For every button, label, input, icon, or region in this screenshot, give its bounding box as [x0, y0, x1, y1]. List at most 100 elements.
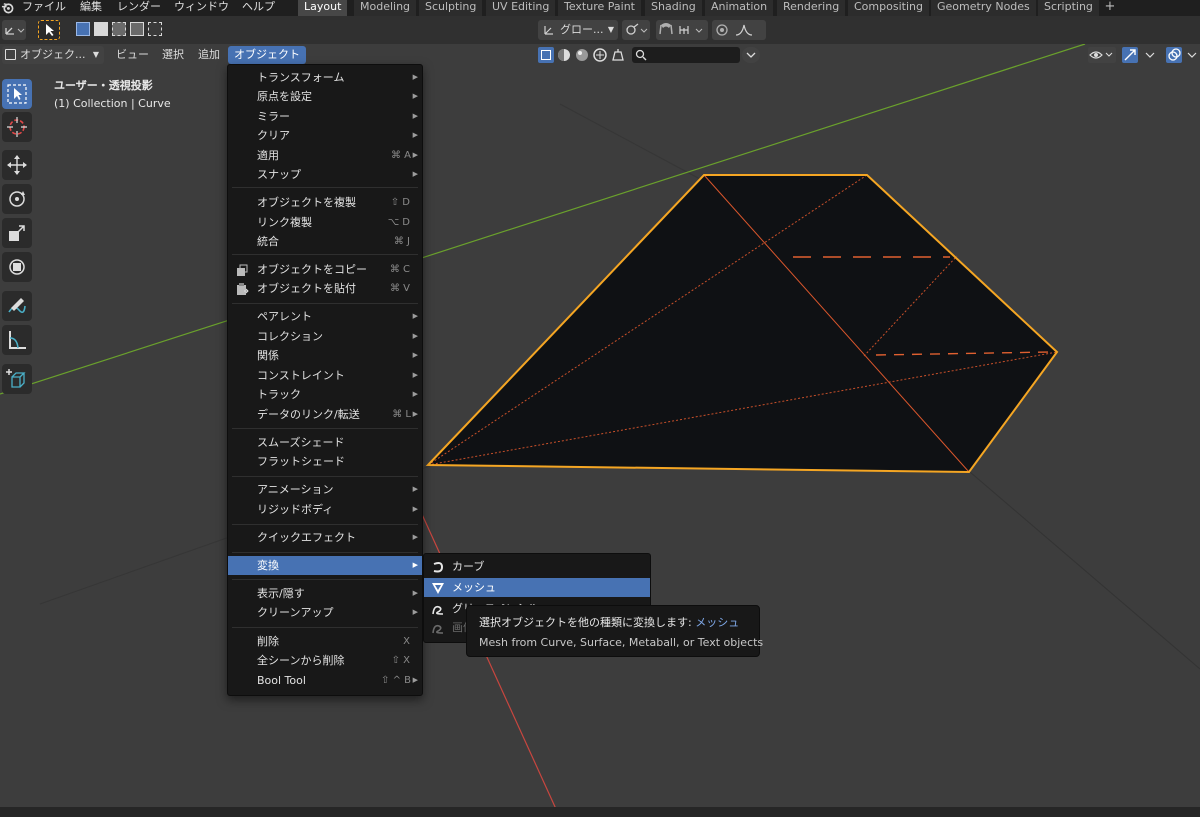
- menu-window[interactable]: ウィンドウ: [174, 0, 229, 16]
- tab-shading[interactable]: Shading: [645, 0, 703, 16]
- tab-sculpting[interactable]: Sculpting: [419, 0, 484, 16]
- select-mode-invert-icon[interactable]: [130, 22, 144, 36]
- menu-item-clean-up[interactable]: クリーンアップ ▶: [228, 603, 422, 622]
- select-tool-button[interactable]: [2, 79, 32, 109]
- material-shading-icon[interactable]: [574, 47, 590, 63]
- menu-edit[interactable]: 編集: [80, 0, 102, 16]
- menu-item-shade-smooth[interactable]: スムーズシェード: [228, 433, 422, 452]
- object-mode-dropdown[interactable]: オブジェク... ▼: [2, 46, 104, 64]
- tab-rendering[interactable]: Rendering: [777, 0, 847, 16]
- select-mode-extend-icon[interactable]: [94, 22, 108, 36]
- rotate-icon: [9, 191, 25, 207]
- submenu-item-curve[interactable]: カーブ: [424, 557, 650, 576]
- transform-tool-button[interactable]: [2, 252, 32, 282]
- measure-icon: [9, 331, 26, 349]
- move-tool-button[interactable]: [2, 150, 32, 180]
- scale-tool-button[interactable]: [2, 218, 32, 248]
- annotate-tool-button[interactable]: [2, 291, 32, 321]
- menu-item-apply[interactable]: 適用 ⌘ A ▶: [228, 146, 422, 165]
- menu-add[interactable]: 追加: [192, 46, 226, 64]
- menu-item-show-hide[interactable]: 表示/隠す ▶: [228, 584, 422, 603]
- tab-layout[interactable]: Layout: [298, 0, 349, 16]
- blender-logo-icon[interactable]: [1, 1, 14, 14]
- menu-item-mirror[interactable]: ミラー ▶: [228, 107, 422, 126]
- solid-shading-icon[interactable]: [556, 47, 572, 63]
- chevron-down-icon[interactable]: [1184, 47, 1200, 63]
- tab-texture-paint[interactable]: Texture Paint: [558, 0, 642, 16]
- menu-item-delete-globally[interactable]: 全シーンから削除 ⇧ X: [228, 651, 422, 670]
- proportional-edit-group[interactable]: [712, 20, 766, 40]
- menu-item-quick-effects[interactable]: クイックエフェクト ▶: [228, 528, 422, 547]
- measure-tool-button[interactable]: [2, 325, 32, 355]
- submenu-arrow-icon: ▶: [412, 589, 418, 597]
- menu-help[interactable]: ヘルプ: [242, 0, 275, 16]
- menu-separator: [232, 552, 418, 553]
- menu-item-snap[interactable]: スナップ ▶: [228, 165, 422, 184]
- tab-modeling[interactable]: Modeling: [354, 0, 418, 16]
- editor-type-button[interactable]: [2, 20, 26, 40]
- menu-item-track[interactable]: トラック ▶: [228, 385, 422, 404]
- menu-item-delete[interactable]: 削除 X: [228, 632, 422, 651]
- tab-animation[interactable]: Animation: [705, 0, 775, 16]
- menu-item-constraint[interactable]: コンストレイント ▶: [228, 366, 422, 385]
- 3d-viewport[interactable]: ユーザー・透視投影 (1) Collection | Curve: [0, 44, 1200, 809]
- rotate-tool-button[interactable]: [2, 184, 32, 214]
- overlays-toggle[interactable]: [1166, 47, 1182, 63]
- tab-compositing[interactable]: Compositing: [848, 0, 930, 16]
- submenu-arrow-icon: ▶: [412, 410, 418, 418]
- tab-geometry-nodes[interactable]: Geometry Nodes: [931, 0, 1037, 16]
- menu-item-clear[interactable]: クリア ▶: [228, 126, 422, 145]
- menu-item-label: 統合: [257, 235, 279, 248]
- menu-item-duplicate[interactable]: オブジェクトを複製 ⇧ D: [228, 193, 422, 212]
- shortcut-label: ⇧ X: [391, 655, 410, 666]
- menu-item-set-origin[interactable]: 原点を設定 ▶: [228, 87, 422, 106]
- menu-render[interactable]: レンダー: [117, 0, 161, 16]
- transform-orientation-dropdown[interactable]: グロー... ▼: [538, 20, 618, 40]
- menu-file[interactable]: ファイル: [22, 0, 66, 16]
- select-box-tool-button[interactable]: [38, 20, 60, 40]
- menu-item-collection[interactable]: コレクション ▶: [228, 327, 422, 346]
- menu-item-copy-objects[interactable]: オブジェクトをコピー ⌘ C: [228, 260, 422, 279]
- select-mode-intersect-icon[interactable]: [148, 22, 162, 36]
- shading-options-icon[interactable]: [610, 47, 626, 63]
- menu-item-label: クリーンアップ: [257, 606, 334, 619]
- overlay-dropdown[interactable]: [742, 47, 760, 63]
- menu-item-paste-objects[interactable]: オブジェクトを貼付 ⌘ V: [228, 279, 422, 298]
- menu-item-label: ペアレント: [257, 310, 312, 323]
- add-workspace-button[interactable]: +: [1102, 0, 1118, 16]
- visibility-dropdown[interactable]: [1088, 47, 1116, 63]
- menu-item-bool-tool[interactable]: Bool Tool ⇧ ^ B ▶: [228, 671, 422, 690]
- menu-item-parent[interactable]: ペアレント ▶: [228, 307, 422, 326]
- tab-scripting[interactable]: Scripting: [1038, 0, 1100, 16]
- select-mode-subtract-icon[interactable]: [112, 22, 126, 36]
- cursor-tool-button[interactable]: [2, 112, 32, 142]
- rendered-shading-icon[interactable]: [592, 47, 608, 63]
- submenu-arrow-icon: ▶: [412, 92, 418, 100]
- add-cube-tool-button[interactable]: [2, 364, 32, 394]
- curve-object-fill[interactable]: [428, 175, 1057, 472]
- select-mode-new-icon[interactable]: [76, 22, 90, 36]
- pivot-point-dropdown[interactable]: [622, 20, 650, 40]
- menu-select[interactable]: 選択: [156, 46, 190, 64]
- wireframe-shading-icon[interactable]: [538, 47, 554, 63]
- menu-item-join[interactable]: 統合 ⌘ J: [228, 232, 422, 251]
- snap-toggle-group[interactable]: [656, 20, 708, 40]
- menu-item-transform[interactable]: トランスフォーム ▶: [228, 68, 422, 87]
- menu-object[interactable]: オブジェクト: [228, 46, 306, 64]
- menu-item-animation[interactable]: アニメーション ▶: [228, 480, 422, 499]
- viewport-search-field[interactable]: [632, 47, 740, 63]
- menu-item-shade-flat[interactable]: フラットシェード: [228, 452, 422, 471]
- submenu-arrow-icon: ▶: [412, 676, 418, 684]
- menu-item-relations[interactable]: 関係 ▶: [228, 346, 422, 365]
- menu-item-label: オブジェクトを複製: [257, 196, 356, 209]
- gizmo-toggle[interactable]: [1122, 47, 1138, 63]
- menu-view[interactable]: ビュー: [110, 46, 155, 64]
- chevron-down-icon[interactable]: [1142, 47, 1158, 63]
- menu-item-duplicate-linked[interactable]: リンク複製 ⌥ D: [228, 213, 422, 232]
- menu-item-rigid-body[interactable]: リジッドボディ ▶: [228, 500, 422, 519]
- submenu-item-mesh[interactable]: メッシュ: [424, 578, 650, 597]
- menu-item-convert[interactable]: 変換 ▶: [228, 556, 422, 575]
- tab-uv-editing[interactable]: UV Editing: [486, 0, 557, 16]
- menu-item-link-transfer-data[interactable]: データのリンク/転送 ⌘ L ▶: [228, 405, 422, 424]
- menu-item-label: 削除: [257, 635, 279, 648]
